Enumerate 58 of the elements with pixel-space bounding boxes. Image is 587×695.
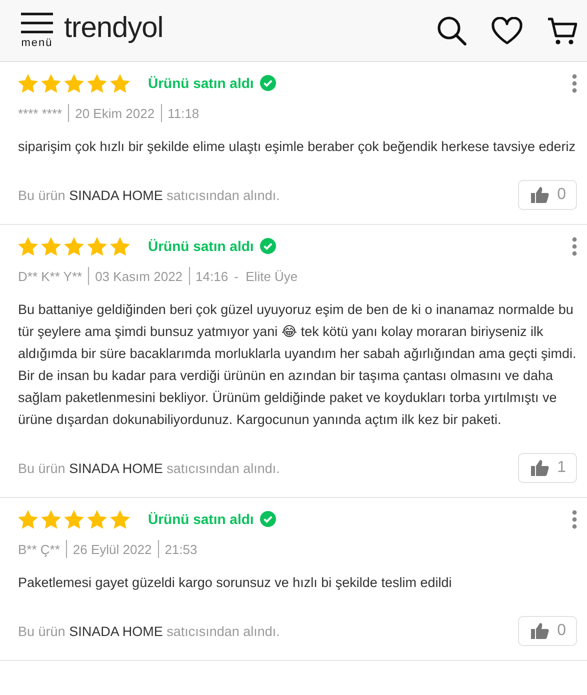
logo[interactable]: trendyol (64, 12, 164, 45)
star-icon (41, 510, 61, 528)
reviewer-name: D** K** Y** (18, 268, 82, 284)
star-icon (41, 74, 61, 92)
cart-button[interactable] (547, 16, 577, 46)
like-button[interactable]: 0 (518, 616, 577, 646)
more-button[interactable] (572, 234, 577, 258)
review-time: 14:16 (196, 268, 228, 284)
member-status-label: - Elite Üye (234, 268, 298, 284)
review-text: Paketlemesi gayet güzeldi kargo sorunsuz ve hızlı bi şekilde teslim edildi (18, 574, 453, 592)
star-icon (18, 74, 38, 92)
seller-note: Bu ürün SINADA HOME satıcısından alındı. (18, 624, 280, 638)
star-icon (64, 510, 84, 528)
star-icon (110, 510, 130, 528)
thumbs-up-icon (531, 187, 550, 203)
review-time: 21:53 (164, 542, 198, 556)
star-icon (64, 236, 84, 256)
review-time: 11:18 (168, 106, 200, 120)
star-icon (41, 236, 61, 256)
favorites-button[interactable] (491, 16, 523, 44)
reviewer-name: **** **** (18, 106, 62, 120)
review-date: 03 Kasım 2022 (95, 268, 183, 284)
like-button[interactable]: 1 (518, 453, 577, 483)
purchase-label: Ürünü satın aldı (148, 238, 254, 254)
seller-note: Bu ürün SINADA HOME satıcısından alındı. (18, 188, 280, 202)
star-icon (110, 236, 130, 256)
heart-icon (491, 16, 523, 44)
star-icon (87, 236, 107, 256)
cart-icon (547, 16, 577, 46)
more-icon (572, 510, 577, 528)
star-icon (110, 74, 130, 92)
review-text: siparişim çok hızlı bir şekilde elime ulaştı eşimle beraber çok beğendik herkese tavsiye ederiz (18, 138, 576, 156)
check-icon (260, 75, 276, 91)
star-icon (18, 510, 38, 528)
search-icon (437, 16, 467, 46)
review-date: 26 Eylül 2022 (72, 542, 152, 556)
search-button[interactable] (437, 16, 467, 46)
review-text: Bu battaniye geldiğinden beri çok güzel uyuyoruz eşim de ben de ki o inanamaz normalde bu tür şeylere ama şimdi bunsuz yatmıyor yani 😂 tek kötü yanı kolay moraran biriyseniz ilk aldığımda bir süre bacaklarımda morluklarla uyandım her sabah ağırlığından ama geçti şimdi. Bir de insan bu kadar para verdiği ürünün en azından bir taşıma çantası olmasını ve daha sağlam paketlenmesini bekliyor. Ürünüm geldiğinde paket ve koydukları torba yırtılmıştı ve ürüne dışardan dokunabiliyordunuz. Kargocunun yanında açtım ilk kez bir paketi. (18, 301, 577, 429)
check-icon (260, 238, 276, 254)
more-button[interactable] (572, 508, 577, 530)
star-icon (87, 510, 107, 528)
purchase-label: Ürünü satın aldı (148, 75, 254, 91)
star-icon (87, 74, 107, 92)
star-icon (64, 74, 84, 92)
menu-icon (20, 12, 54, 34)
thumbs-up-icon (531, 623, 550, 639)
seller-note: Bu ürün SINADA HOME satıcısından alındı. (18, 460, 280, 476)
thumbs-up-icon (531, 460, 550, 476)
more-button[interactable] (572, 72, 577, 94)
like-button[interactable]: 0 (518, 180, 577, 210)
menu-button[interactable]: menü (20, 12, 54, 49)
review-date: 20 Ekim 2022 (75, 106, 155, 120)
star-icon (18, 236, 38, 256)
more-icon (572, 236, 577, 256)
check-icon (260, 511, 276, 527)
reviewer-name: B** Ç** (18, 542, 60, 556)
more-icon (572, 74, 577, 92)
purchase-label: Ürünü satın aldı (148, 511, 254, 527)
